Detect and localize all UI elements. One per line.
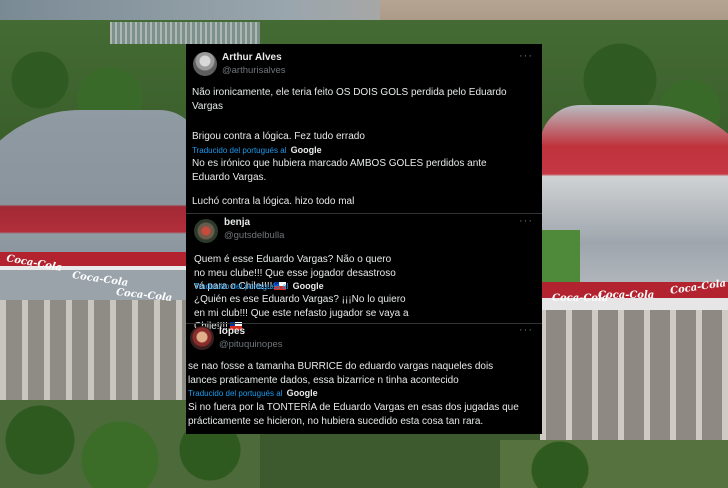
- tweet-lopes[interactable]: lopes @pituquinopes ··· se nao fosse a t…: [186, 324, 542, 434]
- translation-label[interactable]: Traducido del portugués al: [188, 389, 282, 398]
- tweet-collage: Arthur Alves @arthurisalves ··· Não iron…: [186, 44, 542, 434]
- translation-label[interactable]: Traducido del portugués al: [194, 282, 288, 291]
- translation-notice[interactable]: Traducido del portugués al Google: [192, 145, 322, 155]
- trees-foreground-right: [500, 440, 728, 488]
- google-logo: Google: [286, 388, 318, 398]
- ad-banner: Coca-Cola: [598, 290, 655, 301]
- tweet-arthur-alves[interactable]: Arthur Alves @arthurisalves ··· Não iron…: [186, 44, 542, 212]
- avatar[interactable]: [194, 219, 218, 243]
- google-logo: Google: [292, 281, 324, 291]
- author-name[interactable]: benja: [224, 217, 250, 228]
- marina: [110, 22, 260, 44]
- author-name[interactable]: Arthur Alves: [222, 52, 282, 63]
- tweet-benja[interactable]: benja @gutsdelbulla ··· Quem é esse Edua…: [186, 214, 542, 332]
- avatar[interactable]: [190, 326, 214, 350]
- more-options-icon[interactable]: ···: [519, 324, 533, 336]
- author-handle[interactable]: @gutsdelbulla: [224, 230, 284, 241]
- tweet-text: se nao fosse a tamanha BURRICE do eduard…: [188, 361, 494, 386]
- translated-text: Si no fuera por la TONTERÍA de Eduardo V…: [188, 402, 519, 427]
- translation-label[interactable]: Traducido del portugués al: [192, 146, 286, 155]
- translated-text: No es irónico que hubiera marcado AMBOS …: [192, 158, 487, 183]
- tweet-text: Não ironicamente, ele teria feito OS DOI…: [192, 87, 507, 112]
- author-handle[interactable]: @pituquinopes: [219, 339, 283, 350]
- translation-notice[interactable]: Traducido del portugués al Google: [194, 281, 324, 291]
- more-options-icon[interactable]: ···: [519, 50, 533, 62]
- more-options-icon[interactable]: ···: [519, 215, 533, 227]
- tweet-text: Brigou contra a lógica. Fez tudo errado: [192, 131, 365, 142]
- google-logo: Google: [290, 145, 322, 155]
- translation-notice[interactable]: Traducido del portugués al Google: [188, 388, 318, 398]
- avatar[interactable]: [193, 52, 217, 76]
- translated-text: Luchó contra la lógica. hizo todo mal: [192, 196, 355, 207]
- author-name[interactable]: lopes: [219, 326, 245, 337]
- stadium-structure-right: [540, 310, 728, 450]
- author-handle[interactable]: @arthurisalves: [222, 65, 286, 76]
